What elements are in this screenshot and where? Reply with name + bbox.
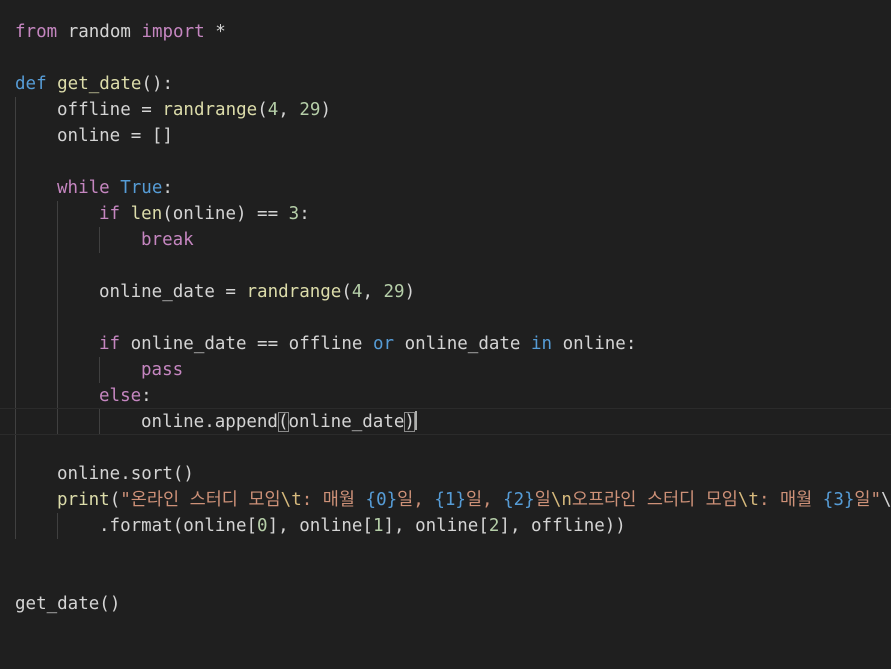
- code-line-19[interactable]: print("온라인 스터디 모임\t: 매월 {0}일, {1}일, {2}일…: [0, 487, 891, 513]
- bracket-match: (: [277, 412, 289, 432]
- keyword-import: import: [141, 22, 205, 42]
- code-line-20[interactable]: .format(online[0], online[1], online[2],…: [0, 513, 891, 539]
- code-line-1[interactable]: from random import *: [0, 19, 891, 45]
- keyword-while: while: [57, 178, 110, 198]
- code-line-23[interactable]: get_date(): [0, 591, 891, 617]
- code-line-16-current[interactable]: online.append(online_date): [0, 408, 891, 435]
- keyword-from: from: [15, 22, 58, 42]
- bracket-match: ): [404, 412, 415, 432]
- code-line-4[interactable]: offline = randrange(4, 29): [0, 97, 891, 123]
- code-line-15[interactable]: else:: [0, 383, 891, 409]
- code-line-7[interactable]: while True:: [0, 175, 891, 201]
- code-line-11[interactable]: online_date = randrange(4, 29): [0, 279, 891, 305]
- function-name: get_date: [46, 74, 142, 94]
- code-line-9[interactable]: break: [0, 227, 891, 253]
- code-line-5[interactable]: online = []: [0, 123, 891, 149]
- code-line-8[interactable]: if len(online) == 3:: [0, 201, 891, 227]
- code-line-14[interactable]: pass: [0, 357, 891, 383]
- code-line-18[interactable]: online.sort(): [0, 461, 891, 487]
- text-cursor: [414, 411, 417, 430]
- code-line-3[interactable]: def get_date():: [0, 71, 891, 97]
- code-line-13[interactable]: if online_date == offline or online_date…: [0, 331, 891, 357]
- keyword-def: def: [15, 74, 47, 94]
- code-editor[interactable]: from random import * def get_date(): off…: [0, 0, 891, 641]
